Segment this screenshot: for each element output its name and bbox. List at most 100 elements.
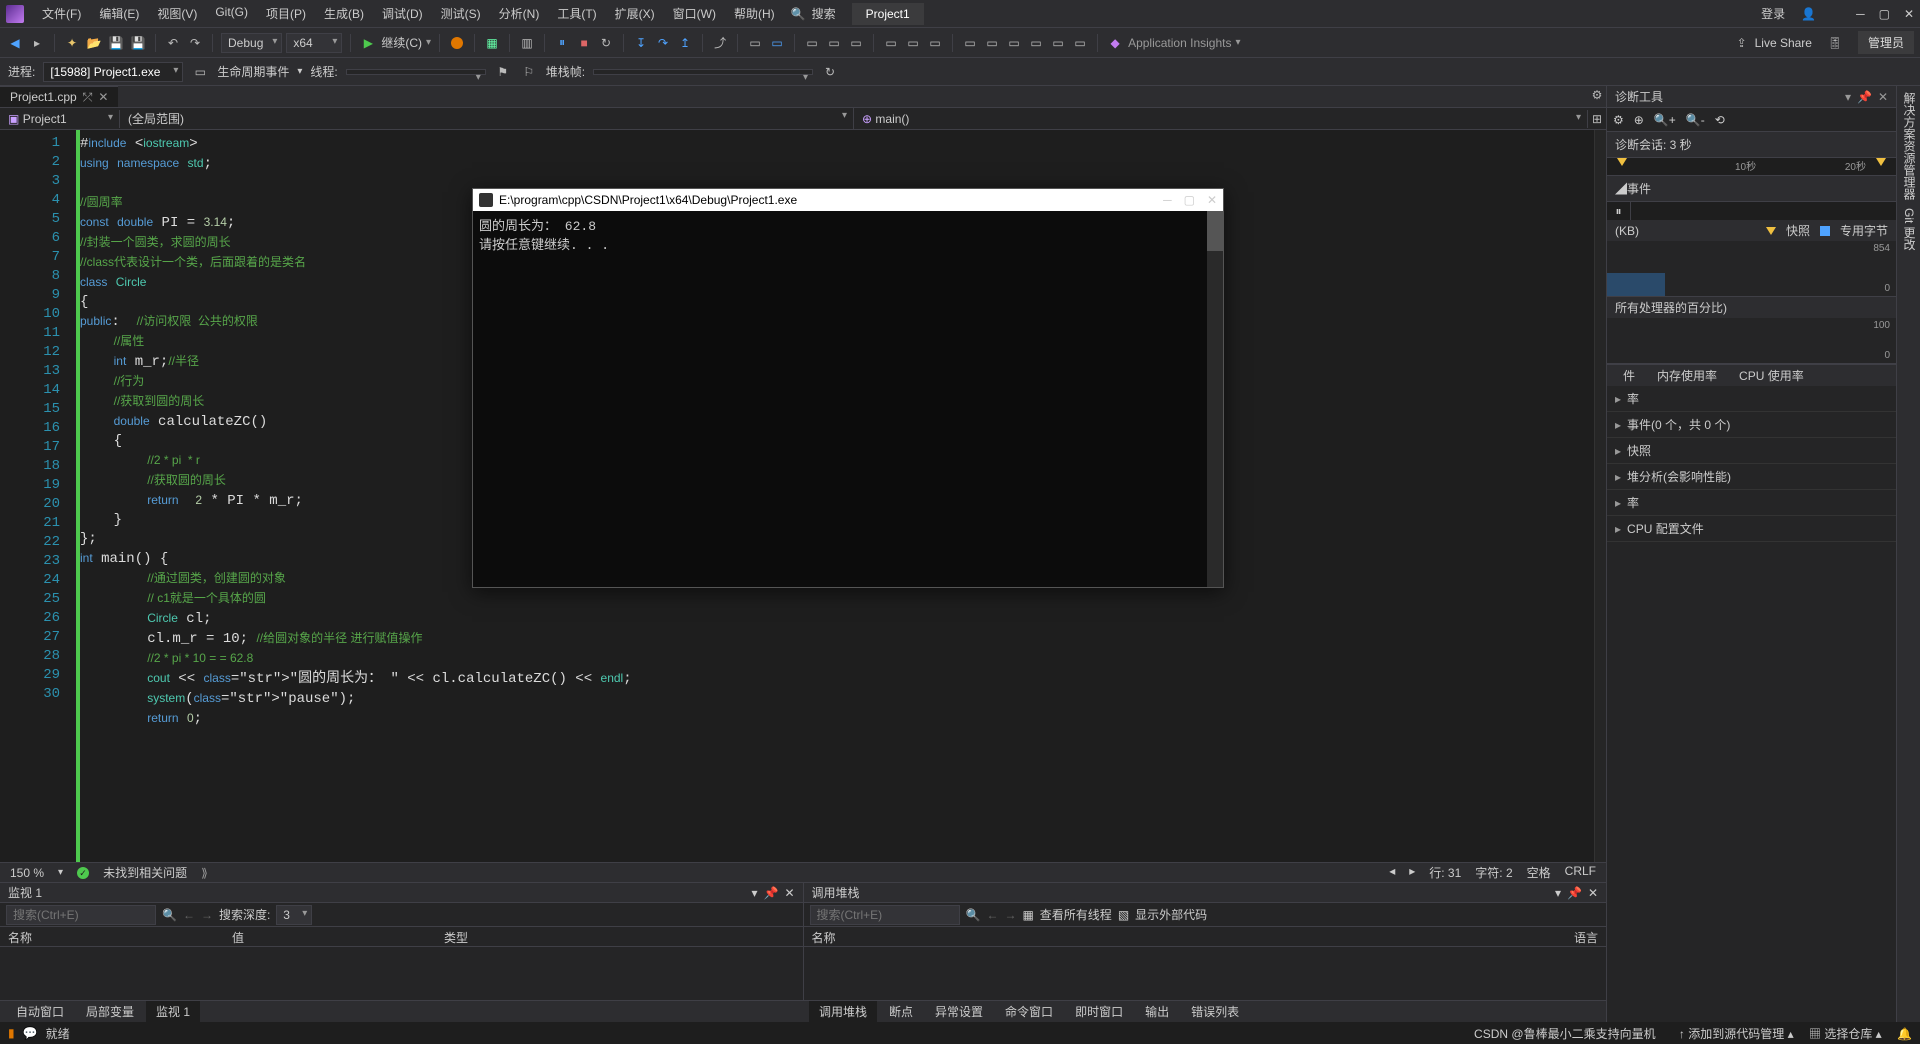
split-editor-icon[interactable]: ⊞ xyxy=(1588,110,1606,128)
toolbar-icon[interactable]: ▭ xyxy=(768,34,786,52)
close-tab-icon[interactable]: ✕ xyxy=(98,90,108,104)
toolbar-icon[interactable]: ▥ xyxy=(518,34,536,52)
step-out-button[interactable]: ↥ xyxy=(676,34,694,52)
toolbar-icon[interactable]: ▭ xyxy=(191,63,209,81)
panel-close-icon[interactable]: ✕ xyxy=(1878,90,1888,104)
col-name[interactable]: 名称 xyxy=(8,929,32,944)
diag-row[interactable]: ▸ 率 xyxy=(1607,490,1896,516)
reset-zoom-icon[interactable]: ⟲ xyxy=(1715,113,1725,127)
eol-mode[interactable]: CRLF xyxy=(1565,864,1596,881)
toolbar-icon[interactable]: ⚑ xyxy=(494,63,512,81)
menu-extensions[interactable]: 扩展(X) xyxy=(607,2,663,25)
panel-close-icon[interactable]: ✕ xyxy=(1588,886,1598,900)
live-share-icon[interactable]: ⇪ xyxy=(1733,34,1751,52)
console-window[interactable]: E:\program\cpp\CSDN\Project1\x64\Debug\P… xyxy=(472,188,1224,588)
login-link[interactable]: 登录 xyxy=(1761,5,1785,22)
crumb-project[interactable]: ▣ Project1 xyxy=(0,110,120,128)
toolbar-icon[interactable]: ↻ xyxy=(821,63,839,81)
console-titlebar[interactable]: E:\program\cpp\CSDN\Project1\x64\Debug\P… xyxy=(473,189,1223,211)
indent-mode[interactable]: 空格 xyxy=(1527,864,1551,881)
menu-edit[interactable]: 编辑(E) xyxy=(91,2,147,25)
zoom-level[interactable]: 150 % xyxy=(10,866,44,880)
file-tab[interactable]: Project1.cpp ⤱ ✕ xyxy=(0,86,118,107)
search-box[interactable]: 🔍 搜索 xyxy=(783,3,844,24)
hot-reload-button[interactable] xyxy=(448,34,466,52)
tab-watch1[interactable]: 监视 1 xyxy=(146,1001,200,1022)
menu-git[interactable]: Git(G) xyxy=(207,2,256,25)
issues-label[interactable]: 未找到相关问题 xyxy=(103,864,187,881)
zoom-in-icon[interactable]: 🔍+ xyxy=(1654,113,1676,127)
toolbar-icon[interactable]: ▭ xyxy=(847,34,865,52)
cpu-chart[interactable]: 100 0 xyxy=(1607,318,1896,364)
menu-debug[interactable]: 调试(D) xyxy=(374,2,431,25)
panel-pin-icon[interactable]: 📌 xyxy=(1567,886,1582,900)
tab-callstack[interactable]: 调用堆栈 xyxy=(809,1001,877,1022)
line-indicator[interactable]: 行: 31 xyxy=(1429,864,1461,881)
menu-help[interactable]: 帮助(H) xyxy=(726,2,783,25)
nav-next-icon[interactable]: → xyxy=(201,908,213,922)
diag-row[interactable]: ▸ 快照 xyxy=(1607,438,1896,464)
chevron-icon[interactable]: ⟫ xyxy=(201,866,208,880)
tab-output[interactable]: 输出 xyxy=(1135,1001,1179,1022)
panel-dropdown-icon[interactable]: ▾ xyxy=(1845,90,1851,104)
toolbar-icon[interactable]: ▭ xyxy=(1049,34,1067,52)
console-maximize[interactable]: ▢ xyxy=(1184,193,1195,207)
memory-chart[interactable]: 854 0 xyxy=(1607,241,1896,297)
undo-button[interactable]: ↶ xyxy=(164,34,182,52)
tab-autos[interactable]: 自动窗口 xyxy=(6,1001,74,1022)
menu-view[interactable]: 视图(V) xyxy=(149,2,205,25)
search-icon[interactable]: 🔍 xyxy=(966,908,981,922)
toolbar-icon[interactable]: ⤴ xyxy=(711,34,729,52)
toolbar-icon[interactable]: ⚐ xyxy=(520,63,538,81)
toolbar-icon[interactable]: ▭ xyxy=(803,34,821,52)
callstack-search-input[interactable] xyxy=(810,905,960,925)
nav-back-button[interactable]: ◀ xyxy=(6,34,24,52)
menu-build[interactable]: 生成(B) xyxy=(316,2,372,25)
chat-icon[interactable]: 💬 xyxy=(23,1026,38,1040)
crumb-scope[interactable]: (全局范围) xyxy=(120,108,854,129)
notification-icon[interactable]: 🔔 xyxy=(1897,1027,1912,1041)
app-insights-icon[interactable]: ◆ xyxy=(1106,34,1124,52)
tab-breakpoints[interactable]: 断点 xyxy=(879,1001,923,1022)
panel-dropdown-icon[interactable]: ▾ xyxy=(751,886,757,900)
config-dropdown[interactable]: Debug xyxy=(221,33,282,53)
console-scrollbar[interactable] xyxy=(1207,211,1223,587)
maximize-button[interactable]: ▢ xyxy=(1879,7,1890,21)
nav-next-icon[interactable]: ▸ xyxy=(1409,864,1415,881)
toolbar-icon[interactable]: ▭ xyxy=(904,34,922,52)
pause-button[interactable]: ⏸ xyxy=(553,34,571,52)
step-over-button[interactable]: ↷ xyxy=(654,34,672,52)
toolbar-icon[interactable]: ▭ xyxy=(746,34,764,52)
col-name[interactable]: 名称 xyxy=(812,929,836,944)
col-lang[interactable]: 语言 xyxy=(1574,929,1598,944)
continue-button[interactable]: ▶ xyxy=(359,34,377,52)
toolbar-icon[interactable]: ▭ xyxy=(1005,34,1023,52)
diag-row[interactable]: ▸ 事件(0 个，共 0 个) xyxy=(1607,412,1896,438)
toolbar-icon[interactable]: ▭ xyxy=(825,34,843,52)
feedback-icon[interactable]: 🎚 xyxy=(1826,34,1844,52)
close-button[interactable]: ✕ xyxy=(1904,7,1914,21)
menu-analyze[interactable]: 分析(N) xyxy=(491,2,548,25)
console-minimize[interactable]: ─ xyxy=(1163,193,1172,207)
toolbar-icon[interactable]: ▭ xyxy=(1071,34,1089,52)
scrollbar[interactable] xyxy=(1594,130,1606,862)
process-dropdown[interactable]: [15988] Project1.exe xyxy=(43,62,183,82)
minimize-button[interactable]: ─ xyxy=(1856,7,1865,21)
show-threads-label[interactable]: 查看所有线程 xyxy=(1040,906,1112,923)
tab-command[interactable]: 命令窗口 xyxy=(995,1001,1063,1022)
stop-button[interactable]: ■ xyxy=(575,34,593,52)
diag-row[interactable]: ▸ CPU 配置文件 xyxy=(1607,516,1896,542)
depth-dropdown[interactable]: 3 xyxy=(276,905,312,925)
stackframe-dropdown[interactable] xyxy=(593,69,813,75)
pin-icon[interactable]: ⤱ xyxy=(83,90,93,105)
watch-search-input[interactable] xyxy=(6,905,156,925)
panel-pin-icon[interactable]: 📌 xyxy=(1857,90,1872,104)
diag-row[interactable]: ▸ 率 xyxy=(1607,386,1896,412)
toolbar-icon[interactable]: ▭ xyxy=(882,34,900,52)
toolbar-icon[interactable]: ▭ xyxy=(926,34,944,52)
col-value[interactable]: 值 xyxy=(232,929,244,944)
ext-code-icon[interactable]: ▧ xyxy=(1118,908,1129,922)
open-button[interactable]: 📂 xyxy=(85,34,103,52)
thread-dropdown[interactable] xyxy=(346,69,486,75)
tab-immediate[interactable]: 即时窗口 xyxy=(1065,1001,1133,1022)
